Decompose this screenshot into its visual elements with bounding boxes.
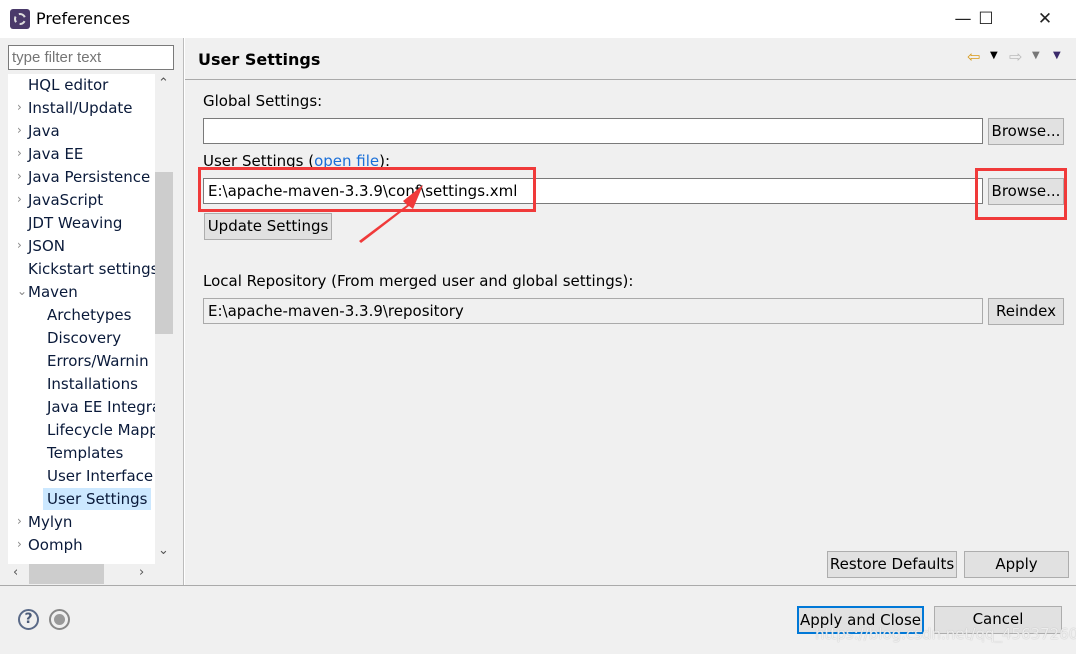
eclipse-app-icon xyxy=(10,9,30,29)
tree-vertical-scroll-thumb[interactable] xyxy=(155,172,173,334)
tree-item[interactable]: Install/Update xyxy=(28,97,133,119)
record-icon[interactable] xyxy=(49,609,70,630)
tree-item[interactable]: Lifecycle Mapp xyxy=(47,419,155,441)
tree-item-label: Errors/Warnin xyxy=(47,352,149,370)
global-browse-button[interactable]: Browse... xyxy=(988,118,1064,145)
tree-item-label: Kickstart settings xyxy=(28,260,155,278)
tree-item[interactable]: Java EE xyxy=(28,143,83,165)
chevron-right-icon[interactable]: › xyxy=(17,146,22,160)
tree-horizontal-scroll-thumb[interactable] xyxy=(29,564,104,584)
chevron-right-icon[interactable]: › xyxy=(17,169,22,183)
tree-item[interactable]: Installations xyxy=(47,373,138,395)
scroll-up-icon[interactable]: ⌃ xyxy=(158,76,169,91)
back-arrow-icon[interactable]: ⇦ xyxy=(967,47,980,66)
tree-item[interactable]: HQL editor xyxy=(28,74,108,96)
tree-item-label: Java Persistence xyxy=(28,168,151,186)
tree-item-label: Mylyn xyxy=(28,513,73,531)
tree-item-label: HQL editor xyxy=(28,76,109,94)
forward-dropdown-icon[interactable]: ▼ xyxy=(1032,50,1040,61)
back-dropdown-icon[interactable]: ▼ xyxy=(990,50,998,61)
tree-item-label: JavaScript xyxy=(28,191,104,209)
tree-item[interactable]: Kickstart settings xyxy=(28,258,155,280)
update-settings-button[interactable]: Update Settings xyxy=(204,213,332,240)
tree-item-label: Java EE xyxy=(28,145,84,163)
tree-item-label: User Interface xyxy=(47,467,154,485)
tree-item-label: Java EE Integra xyxy=(47,398,155,416)
title-bar xyxy=(0,0,1076,38)
tree-item-label: Maven xyxy=(28,283,78,301)
tree-item[interactable]: User Interface xyxy=(47,465,153,487)
chevron-right-icon[interactable]: › xyxy=(17,123,22,137)
annotation-arrow-icon xyxy=(359,185,423,243)
close-button[interactable]: ✕ xyxy=(1022,4,1068,34)
tree-item[interactable]: Oomph xyxy=(28,534,83,556)
tree-item[interactable]: JavaScript xyxy=(28,189,103,211)
tree-item[interactable]: Java Persistence xyxy=(28,166,150,188)
tree-item[interactable]: Java EE Integra xyxy=(47,396,155,418)
page-title: User Settings xyxy=(198,50,321,69)
tree-item[interactable]: Mylyn xyxy=(28,511,72,533)
tree-item-label: JSON xyxy=(28,237,65,255)
chevron-down-icon[interactable]: ⌄ xyxy=(17,284,27,298)
tree-item-label: User Settings xyxy=(47,490,148,508)
maximize-button[interactable]: ☐ xyxy=(963,4,1009,34)
global-settings-input[interactable] xyxy=(203,118,983,144)
forward-arrow-icon[interactable]: ⇨ xyxy=(1009,47,1022,66)
tree-item[interactable]: Templates xyxy=(47,442,123,464)
window-title: Preferences xyxy=(36,9,131,28)
chevron-right-icon[interactable]: › xyxy=(17,238,22,252)
tree-item-label: Templates xyxy=(47,444,124,462)
tree-item-label: Lifecycle Mapp xyxy=(47,421,155,439)
tree-item[interactable]: User Settings xyxy=(43,488,152,510)
chevron-right-icon[interactable]: › xyxy=(17,537,22,551)
scroll-right-icon[interactable]: › xyxy=(139,565,144,580)
restore-defaults-button[interactable]: Restore Defaults xyxy=(827,551,957,578)
annotation-box-browse xyxy=(975,168,1067,220)
scroll-left-icon[interactable]: ‹ xyxy=(13,565,18,580)
view-menu-icon[interactable]: ▼ xyxy=(1053,50,1061,61)
tree-item-label: Install/Update xyxy=(28,99,133,117)
tree-item[interactable]: Archetypes xyxy=(47,304,131,326)
filter-input[interactable] xyxy=(8,45,174,70)
chevron-right-icon[interactable]: › xyxy=(17,100,22,114)
tree-item-label: Discovery xyxy=(47,329,122,347)
global-settings-label: Global Settings: xyxy=(203,92,323,110)
scroll-down-icon[interactable]: ⌄ xyxy=(158,543,169,558)
header-divider xyxy=(185,79,1076,80)
local-repo-input: E:\apache-maven-3.3.9\repository xyxy=(203,298,983,324)
reindex-button[interactable]: Reindex xyxy=(988,298,1064,325)
tree-item[interactable]: Maven xyxy=(28,281,78,303)
help-icon[interactable]: ? xyxy=(18,609,39,630)
watermark: https://blog.csdn.net/qq_45637260 xyxy=(815,625,1076,643)
chevron-right-icon[interactable]: › xyxy=(17,514,22,528)
tree-item-label: Archetypes xyxy=(47,306,132,324)
tree-item-label: Oomph xyxy=(28,536,83,554)
apply-button[interactable]: Apply xyxy=(964,551,1069,578)
local-repo-label: Local Repository (From merged user and g… xyxy=(203,272,634,290)
tree-item[interactable]: JSON xyxy=(28,235,65,257)
tree-item-label: Java xyxy=(28,122,60,140)
tree-item-label: JDT Weaving xyxy=(28,214,123,232)
tree-item[interactable]: JDT Weaving xyxy=(28,212,122,234)
tree-item-label: Installations xyxy=(47,375,138,393)
tree-item[interactable]: Java xyxy=(28,120,60,142)
preference-tree: HQL editor Install/Update › Java › Java EE › Ja… xyxy=(8,74,155,564)
tree-item[interactable]: Discovery xyxy=(47,327,121,349)
chevron-right-icon[interactable]: › xyxy=(17,192,22,206)
tree-item[interactable]: Errors/Warnin xyxy=(47,350,149,372)
